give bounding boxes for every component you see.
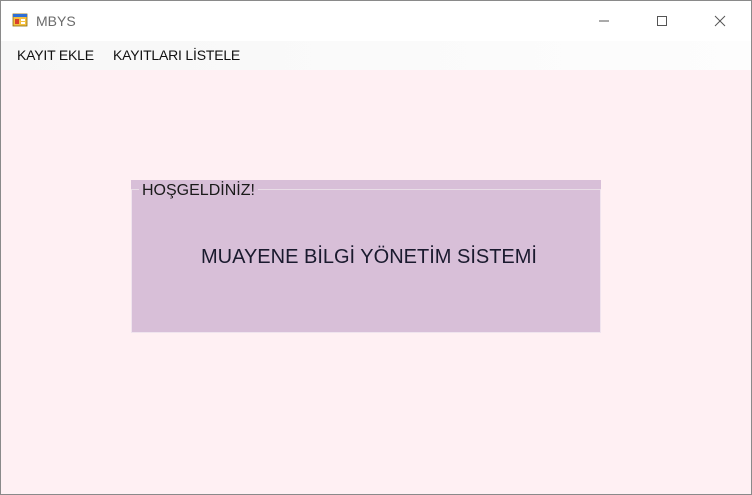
menu-strip: KAYIT EKLE KAYITLARI LİSTELE [1,41,751,70]
maximize-button[interactable] [633,1,691,41]
app-window: MBYS KAYIT EKLE KAYITLARI LİSTELE HOŞGEL… [0,0,752,495]
minimize-button[interactable] [575,1,633,41]
menu-item-kayitlari-listele[interactable]: KAYITLARI LİSTELE [113,47,240,63]
title-bar[interactable]: MBYS [1,1,751,41]
minimize-icon [599,20,609,22]
close-button[interactable] [691,1,749,41]
app-icon [12,12,28,28]
system-title-label: MUAYENE BİLGİ YÖNETİM SİSTEMİ [201,246,537,268]
menu-item-kayit-ekle[interactable]: KAYIT EKLE [17,47,94,63]
close-icon [714,15,726,27]
window-title: MBYS [36,13,76,29]
welcome-groupbox: HOŞGELDİNİZ! MUAYENE BİLGİ YÖNETİM SİSTE… [131,180,601,333]
maximize-icon [657,16,667,26]
groupbox-caption: HOŞGELDİNİZ! [139,182,258,200]
